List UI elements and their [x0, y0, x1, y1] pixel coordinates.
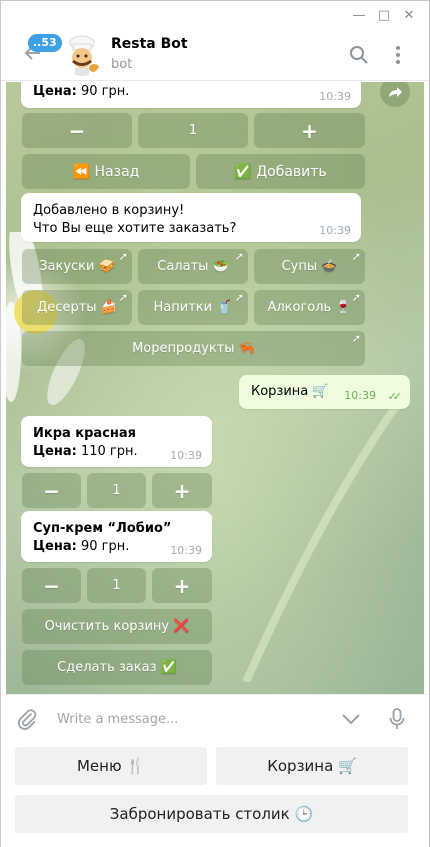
message-bubble: Цена: 90 грн. 10:39 — [21, 82, 361, 108]
category-label: Алкоголь 🍷 — [267, 300, 352, 315]
open-arrow-icon: ➚ — [351, 291, 361, 304]
message-composer — [1, 694, 429, 742]
outgoing-message-bubble: Корзина 🛒 10:39 ✓✓ — [239, 375, 410, 409]
price-label: Цена: — [33, 84, 77, 99]
paperclip-icon — [17, 709, 37, 730]
item-name: Суп-крем “Лобио” — [33, 521, 172, 536]
message-time: 10:39 — [170, 544, 202, 557]
unread-count-badge: ..53 — [28, 34, 62, 52]
microphone-icon — [389, 708, 405, 729]
attach-button[interactable] — [15, 707, 39, 731]
item2-qty-value-button[interactable]: 1 — [87, 568, 146, 603]
price-value: 110 грн. — [76, 444, 138, 459]
search-button[interactable] — [347, 43, 371, 67]
window-titlebar: — □ ✕ — [1, 1, 429, 31]
message-input[interactable] — [57, 707, 327, 731]
open-arrow-icon: ➚ — [351, 332, 361, 345]
telegram-window: — □ ✕ ..53 Resta Bot bot Цена: 90 грн. 1… — [0, 0, 430, 847]
qty-minus-button[interactable]: − — [22, 113, 132, 148]
open-arrow-icon: ➚ — [234, 250, 244, 263]
category-label: Закуски 🥪 — [39, 259, 115, 274]
search-icon — [350, 46, 368, 64]
chevron-down-icon — [342, 714, 360, 725]
item-name: Икра красная — [33, 426, 137, 441]
chat-history[interactable]: Цена: 90 грн. 10:39 − 1 + ⏪ Назад ✅ Доба… — [6, 82, 424, 694]
open-arrow-icon: ➚ — [118, 291, 128, 304]
message-time: 10:39 — [170, 449, 202, 462]
category-label: Салаты 🥗 — [157, 259, 229, 274]
more-vertical-icon — [396, 46, 400, 64]
category-button-seafood[interactable]: Морепродукты 🦐 ➚ — [22, 331, 365, 366]
price-value: 90 грн. — [76, 539, 130, 554]
open-arrow-icon: ➚ — [118, 250, 128, 263]
bot-keyboard-toggle-button[interactable] — [339, 707, 363, 731]
category-label: Морепродукты 🦐 — [132, 341, 255, 356]
open-arrow-icon: ➚ — [351, 250, 361, 263]
add-inline-button[interactable]: ✅ Добавить — [196, 154, 365, 189]
qty-plus-button[interactable]: + — [254, 113, 365, 148]
category-button-snacks[interactable]: Закуски 🥪 ➚ — [22, 249, 132, 284]
category-button-drinks[interactable]: Напитки 🥤 ➚ — [138, 290, 248, 325]
category-button-desserts[interactable]: Десерты 🍰 ➚ — [22, 290, 132, 325]
message-bubble: Добавлено в корзину! Что Вы еще хотите з… — [21, 193, 361, 242]
chef-avatar-icon — [69, 35, 99, 76]
message-time: 10:39 — [319, 90, 351, 103]
category-label: Напитки 🥤 — [153, 300, 233, 315]
item1-qty-value-button[interactable]: 1 — [87, 473, 146, 508]
make-order-button[interactable]: Сделать заказ ✅ — [22, 650, 212, 685]
share-icon — [389, 87, 402, 97]
category-button-soups[interactable]: Супы 🍲 ➚ — [254, 249, 365, 284]
minimize-button[interactable]: — — [350, 6, 368, 24]
category-label: Десерты 🍰 — [37, 300, 117, 315]
message-time: 10:39 — [344, 389, 376, 402]
message-text: Корзина 🛒 — [251, 384, 329, 399]
category-label: Супы 🍲 — [281, 259, 338, 274]
open-arrow-icon: ➚ — [234, 291, 244, 304]
reply-cart-button[interactable]: Корзина 🛒 — [216, 747, 408, 785]
category-button-salads[interactable]: Салаты 🥗 ➚ — [138, 249, 248, 284]
cart-item-bubble: Икра красная Цена: 110 грн. 10:39 — [21, 416, 212, 467]
qty-value-button[interactable]: 1 — [138, 113, 248, 148]
item1-qty-plus-button[interactable]: + — [152, 473, 212, 508]
share-button[interactable] — [380, 82, 410, 107]
category-button-alcohol[interactable]: Алкоголь 🍷 ➚ — [254, 290, 365, 325]
voice-record-button[interactable] — [385, 707, 409, 731]
chat-subtitle: bot — [111, 57, 133, 72]
close-button[interactable]: ✕ — [400, 6, 418, 24]
item2-qty-minus-button[interactable]: − — [22, 568, 81, 603]
chat-header: ..53 Resta Bot bot — [1, 31, 429, 81]
chat-title[interactable]: Resta Bot — [111, 36, 188, 52]
price-label: Цена: — [33, 444, 77, 459]
more-menu-button[interactable] — [386, 43, 410, 67]
back-inline-button[interactable]: ⏪ Назад — [22, 154, 190, 189]
message-text: Что Вы еще хотите заказать? — [33, 221, 237, 236]
price-label: Цена: — [33, 539, 77, 554]
read-checkmarks-icon: ✓✓ — [387, 390, 403, 403]
message-time: 10:39 — [319, 224, 351, 237]
stem-decoration-icon — [242, 389, 410, 682]
item2-qty-plus-button[interactable]: + — [152, 568, 212, 603]
bot-reply-keyboard: Меню 🍴 Корзина 🛒 Забронировать столик 🕒 — [1, 742, 429, 847]
message-text: Добавлено в корзину! — [33, 203, 185, 218]
cart-item-bubble: Суп-крем “Лобио” Цена: 90 грн. 10:39 — [21, 511, 212, 562]
clear-cart-button[interactable]: Очистить корзину ❌ — [22, 609, 212, 644]
reply-menu-button[interactable]: Меню 🍴 — [15, 747, 207, 785]
item1-qty-minus-button[interactable]: − — [22, 473, 81, 508]
avatar[interactable] — [61, 34, 103, 76]
maximize-button[interactable]: □ — [375, 6, 393, 24]
reply-book-table-button[interactable]: Забронировать столик 🕒 — [15, 795, 408, 833]
price-value: 90 грн. — [76, 84, 130, 99]
